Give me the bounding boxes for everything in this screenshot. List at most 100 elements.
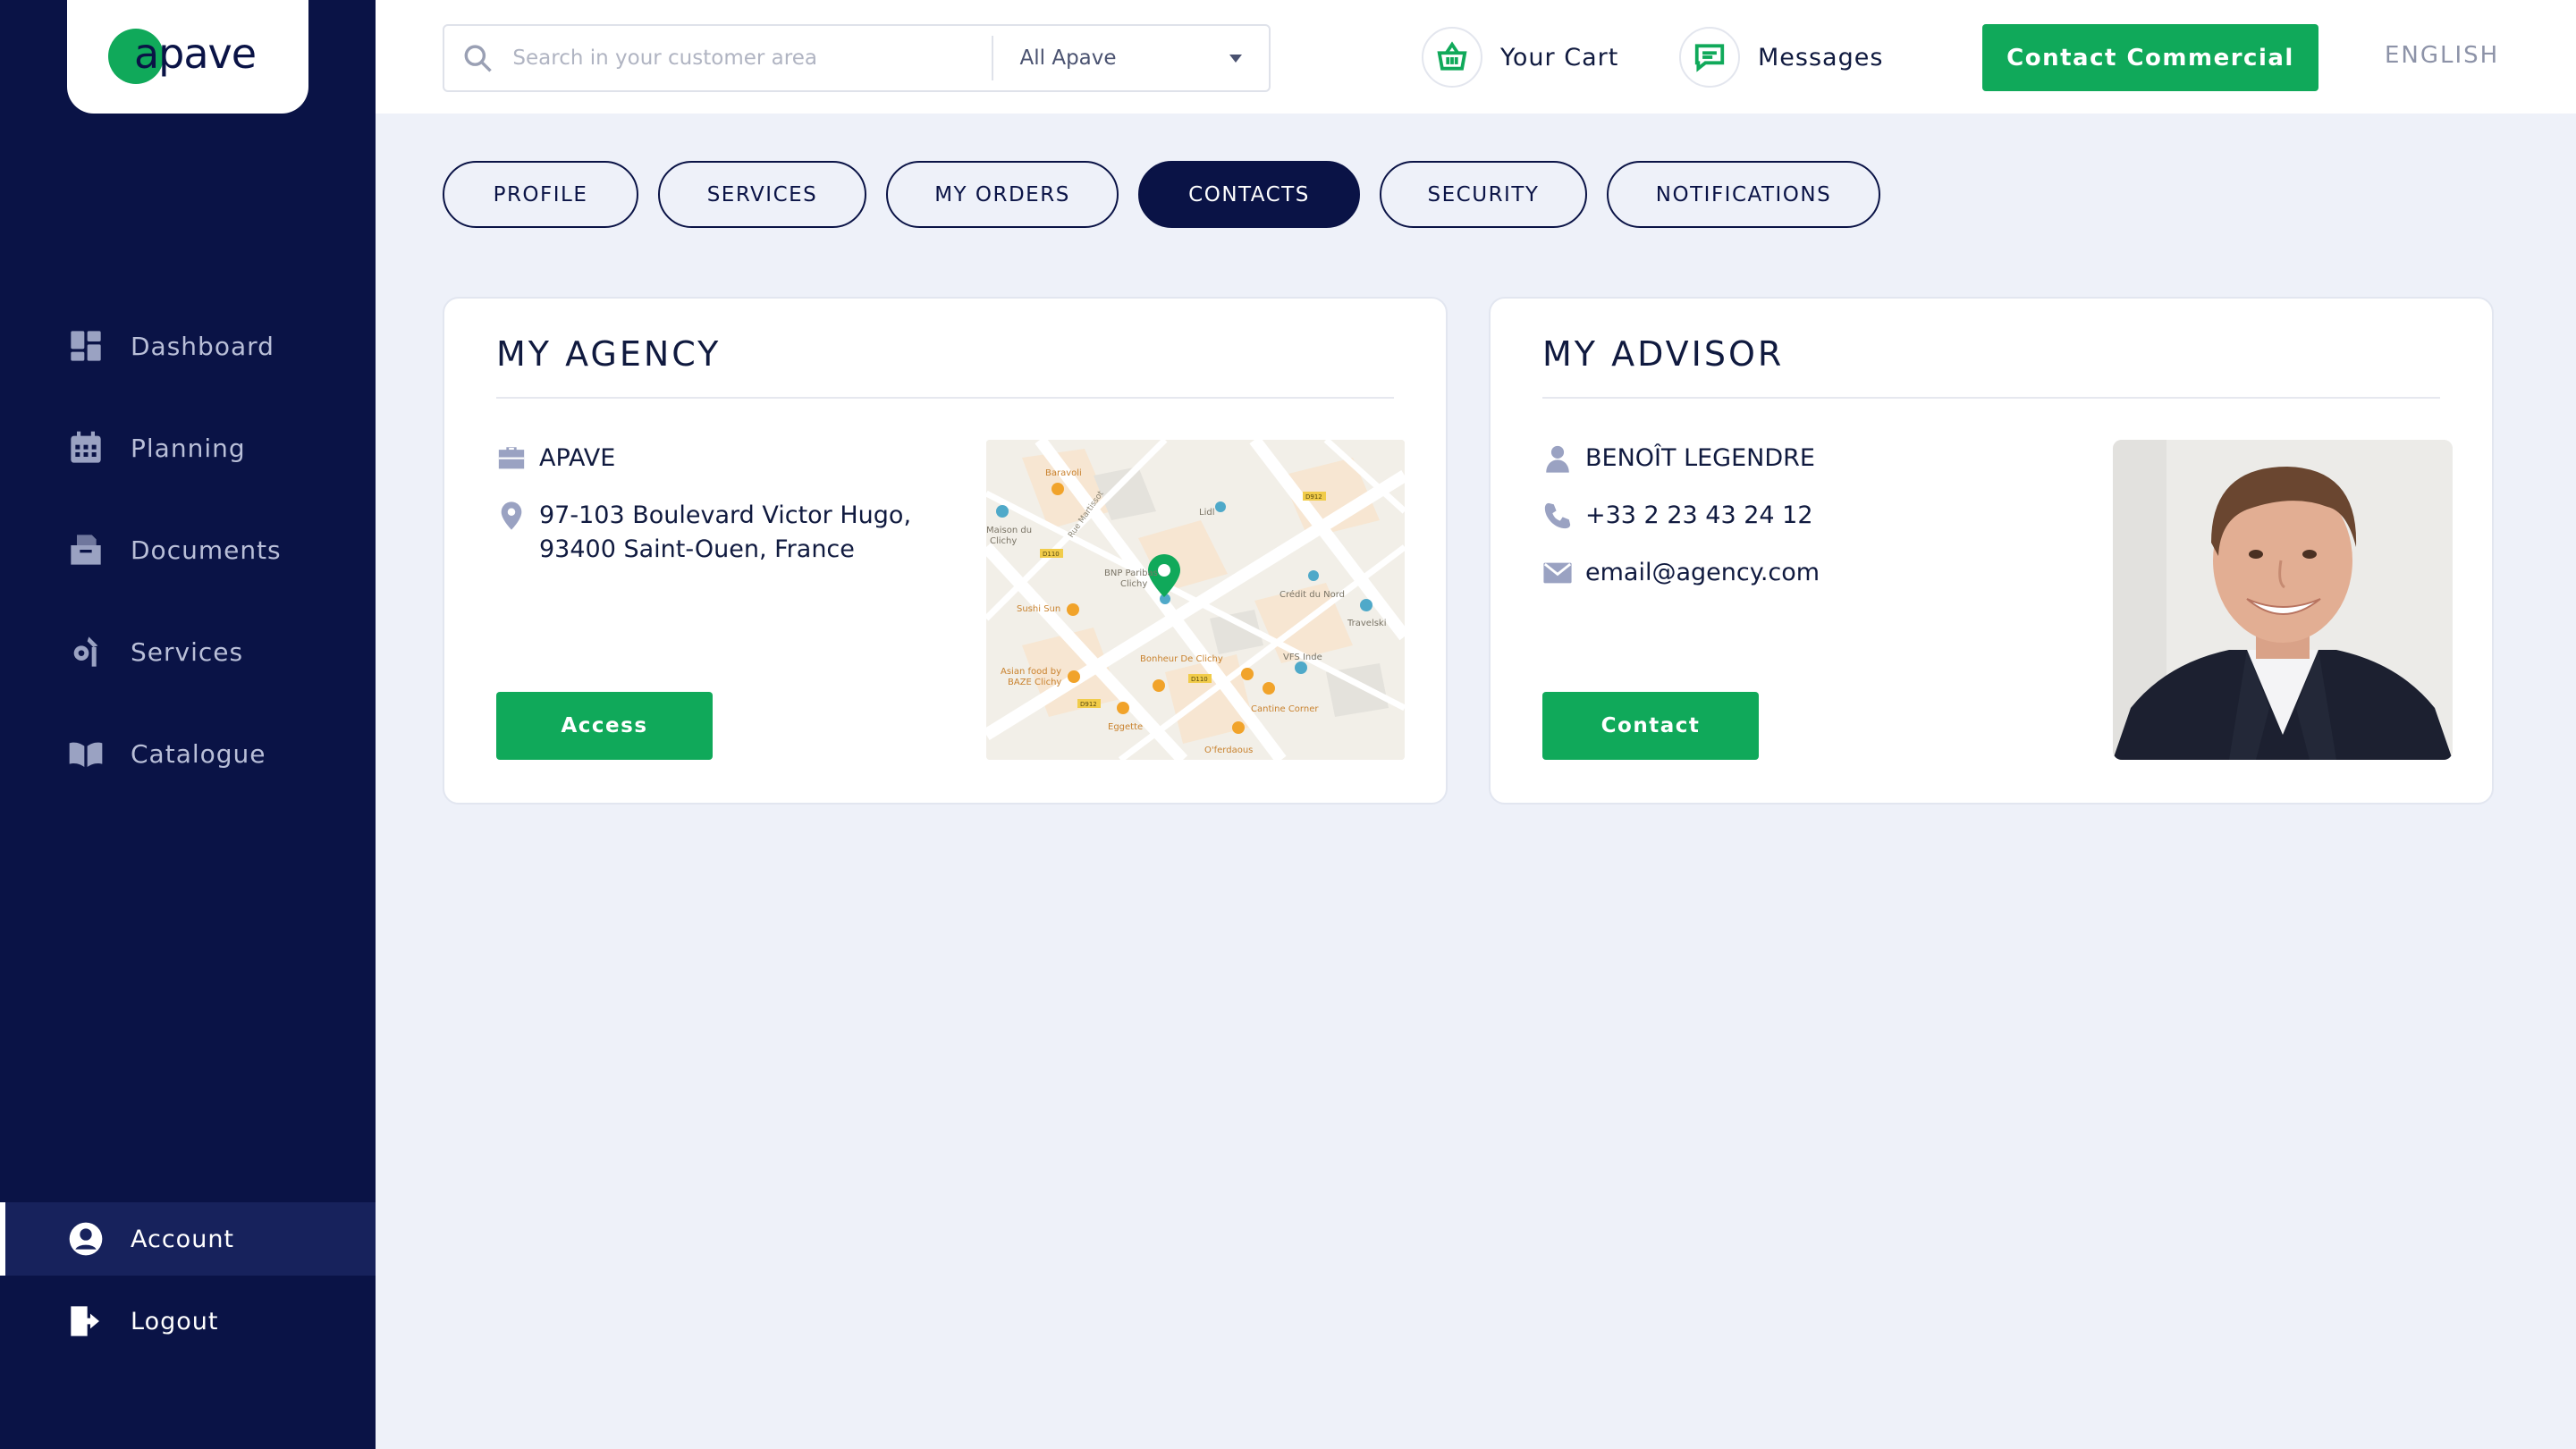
catalogue-icon [69,742,103,767]
map-label: BNP Paribas [1104,569,1158,578]
advisor-card: MY ADVISOR BENOÎT LEGENDRE +33 2 23 43 2… [1489,297,2494,805]
map-label: Bonheur De Clichy [1140,654,1223,664]
map-label: Baravoli [1045,468,1082,478]
person-icon [1546,445,1569,473]
map-label: Asian food by [1001,667,1061,677]
sidebar-item-label: Account [131,1225,235,1253]
map-label: Lidl [1199,508,1214,518]
map-label: Clichy [1120,579,1147,589]
agency-name-row: APAVE [496,442,911,476]
tab-security[interactable]: SECURITY [1380,161,1587,228]
agency-info: APAVE 97-103 Boulevard Victor Hugo, 9340… [496,442,911,590]
map-label: Travelski [1347,619,1387,628]
advisor-name-row: BENOÎT LEGENDRE [1542,442,1820,476]
access-button[interactable]: Access [496,692,713,760]
language-switch[interactable]: ENGLISH [2385,42,2499,69]
map-label: Cantine Corner [1251,704,1319,714]
search-icon [464,45,492,72]
map-road-label: D912 [1080,701,1097,708]
map-graphic: Baravoli Lidl BNP Paribas Clichy Maison … [986,440,1405,760]
mail-icon [1543,562,1572,584]
map-label: O'ferdaous [1204,746,1253,755]
contact-commercial-button[interactable]: Contact Commercial [1982,24,2318,91]
sidebar-nav: Dashboard Planning Documents Services Ca… [0,295,376,805]
advisor-portrait [2113,440,2453,760]
logout-icon [71,1306,99,1336]
top-bar: All Apave Your Cart Messages Contact Com… [376,0,2576,114]
divider [496,397,1394,399]
advisor-info: BENOÎT LEGENDRE +33 2 23 43 24 12 email@… [1542,442,1820,613]
agency-card: MY AGENCY APAVE 97-103 Boulevard Victor … [443,297,1448,805]
tab-profile[interactable]: PROFILE [443,161,638,228]
advisor-title: MY ADVISOR [1542,334,1785,374]
sidebar-item-catalogue[interactable]: Catalogue [0,703,376,805]
map-label: Crédit du Nord [1280,589,1345,600]
caret-down-icon [1229,54,1242,63]
chat-icon [1694,44,1725,72]
logo[interactable]: apave [67,0,308,114]
agency-address: 97-103 Boulevard Victor Hugo, 93400 Sain… [539,499,911,567]
scope-selected-value: All Apave [1019,46,1117,70]
map-label: Clichy [990,536,1017,546]
sidebar-item-dashboard[interactable]: Dashboard [0,295,376,397]
address-line-1: 97-103 Boulevard Victor Hugo, [539,501,912,529]
sidebar-item-label: Dashboard [131,331,274,361]
documents-icon [71,535,101,565]
sidebar-item-label: Services [131,636,244,667]
basket-icon [1437,41,1467,71]
divider [1542,397,2440,399]
scope-select[interactable]: All Apave [993,46,1269,70]
briefcase-icon [498,447,525,469]
messages-label: Messages [1758,43,1884,72]
cart-link[interactable]: Your Cart [1422,27,1618,88]
sidebar-item-label: Catalogue [131,738,266,769]
agency-name: APAVE [539,444,616,472]
tab-notifications[interactable]: NOTIFICATIONS [1607,161,1880,228]
map-label: Eggette [1108,722,1143,732]
advisor-email-row: email@agency.com [1542,556,1820,590]
agency-address-row: 97-103 Boulevard Victor Hugo, 93400 Sain… [496,499,911,567]
sidebar-item-account[interactable]: Account [0,1202,376,1276]
location-pin-icon [501,501,522,530]
account-tabs: PROFILE SERVICES MY ORDERS CONTACTS SECU… [443,161,1900,228]
advisor-phone[interactable]: +33 2 23 43 24 12 [1585,499,1813,533]
advisor-email[interactable]: email@agency.com [1585,556,1820,590]
map-road-label: D110 [1191,676,1208,683]
advisor-phone-row: +33 2 23 43 24 12 [1542,499,1820,533]
tab-contacts[interactable]: CONTACTS [1138,161,1360,228]
address-line-2: 93400 Saint-Ouen, France [539,535,855,563]
account-icon [69,1222,103,1256]
map-label: VFS Inde [1283,653,1322,662]
sidebar-item-services[interactable]: Services [0,601,376,703]
logo-text: apave [133,29,257,78]
agency-map[interactable]: Baravoli Lidl BNP Paribas Clichy Maison … [986,440,1405,760]
services-icon [73,636,98,667]
search-bar: All Apave [443,24,1271,92]
agency-title: MY AGENCY [496,334,722,374]
cart-icon-wrap [1422,27,1482,88]
sidebar: apave Dashboard Planning Documents Servi… [0,0,376,1449]
tab-my-orders[interactable]: MY ORDERS [886,161,1119,228]
tab-services[interactable]: SERVICES [658,161,866,228]
contact-button[interactable]: Contact [1542,692,1759,760]
sidebar-item-planning[interactable]: Planning [0,397,376,499]
search-input[interactable] [512,46,992,70]
map-label: BAZE Clichy [1008,678,1061,687]
sidebar-item-documents[interactable]: Documents [0,499,376,601]
messages-icon-wrap [1679,27,1740,88]
map-label: Sushi Sun [1017,604,1060,614]
advisor-photo [2113,440,2453,760]
map-label: Maison du [986,526,1032,535]
sidebar-bottom-nav: Account Logout [0,1202,376,1358]
sidebar-item-label: Logout [131,1307,219,1335]
phone-icon [1544,502,1571,529]
map-road-label: D110 [1043,551,1060,558]
sidebar-item-label: Planning [131,433,246,463]
calendar-icon [71,431,101,463]
dashboard-icon [71,331,101,361]
sidebar-item-logout[interactable]: Logout [0,1285,376,1358]
map-road-label: D912 [1305,493,1322,501]
sidebar-item-label: Documents [131,535,282,565]
cart-label: Your Cart [1500,43,1619,72]
messages-link[interactable]: Messages [1679,27,1883,88]
